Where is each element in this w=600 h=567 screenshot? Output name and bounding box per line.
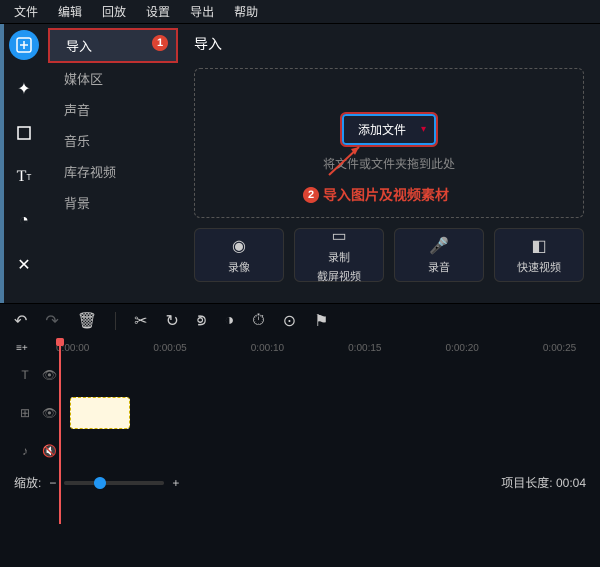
annotation-arrow-icon (325, 139, 365, 179)
eye-icon[interactable]: 👁 (42, 368, 56, 382)
menu-export[interactable]: 导出 (180, 3, 224, 20)
record-icon[interactable]: ⊙ (283, 311, 296, 331)
separator (115, 312, 116, 330)
text-track-icon: T (16, 368, 34, 382)
menu-edit[interactable]: 编辑 (48, 3, 92, 20)
import-tool-icon[interactable] (9, 30, 39, 60)
ruler-tick: 0:00:25 (543, 343, 576, 354)
audio-track[interactable]: ♪🔇 (16, 434, 600, 468)
ruler-tick: 0:00:15 (348, 343, 381, 354)
crop-icon[interactable] (9, 118, 39, 148)
mic-icon: 🎤 (429, 236, 449, 256)
panel-title: 导入 (194, 34, 584, 54)
rotate-icon[interactable]: ↻ (166, 311, 179, 331)
dashboard-icon: ◧ (531, 236, 546, 256)
zoom-control: 缩放: − + (14, 474, 179, 491)
moon-icon[interactable]: ◔ (9, 206, 39, 236)
zoom-out-icon[interactable]: − (49, 476, 56, 490)
menu-settings[interactable]: 设置 (136, 3, 180, 20)
annotation-label: 导入图片及视频素材 (323, 185, 449, 205)
text-track[interactable]: T👁 (16, 358, 600, 392)
annotation-text: 2 导入图片及视频素材 (303, 185, 449, 205)
menu-playback[interactable]: 回放 (92, 3, 136, 20)
speed-icon[interactable]: ⏱ (252, 312, 264, 330)
action-row: ◉ 录像 ▭ 录制 截屏视频 🎤 录音 ◧ 快速视频 (194, 228, 584, 282)
zoom-knob[interactable] (94, 477, 106, 489)
timeline-ruler[interactable]: ≡+ 0:00:00 0:00:05 0:00:10 0:00:15 0:00:… (0, 338, 600, 358)
tools-icon[interactable]: ✕ (9, 250, 39, 280)
speaker-icon[interactable]: 🔇 (42, 444, 56, 458)
project-length: 项目长度: 00:04 (501, 474, 586, 491)
screen-icon: ▭ (331, 226, 346, 246)
crop-tool-icon[interactable]: ⟄ (197, 312, 207, 330)
sidebar-item-stock[interactable]: 库存视频 (48, 156, 178, 187)
vertical-toolbar: ✦ TT ◔ ✕ (0, 24, 48, 303)
record-screen-button[interactable]: ▭ 录制 截屏视频 (294, 228, 384, 282)
menu-help[interactable]: 帮助 (224, 3, 268, 20)
sidebar-item-label: 导入 (66, 39, 92, 54)
sidebar-item-background[interactable]: 背景 (48, 187, 178, 218)
eye-icon[interactable]: 👁 (42, 406, 56, 420)
sidebar-item-media[interactable]: 媒体区 (48, 63, 178, 94)
quick-video-button[interactable]: ◧ 快速视频 (494, 228, 584, 282)
zoom-slider[interactable] (64, 481, 164, 485)
magic-wand-icon[interactable]: ✦ (9, 74, 39, 104)
text-icon[interactable]: TT (9, 162, 39, 192)
menu-file[interactable]: 文件 (4, 3, 48, 20)
timeline-tracks: T👁 ⊞👁 ♪🔇 (0, 358, 600, 468)
menu-bar: 文件 编辑 回放 设置 导出 帮助 (0, 0, 600, 24)
zoom-label: 缩放: (14, 474, 41, 491)
color-icon[interactable]: ◑ (225, 312, 235, 330)
sidebar-item-sound[interactable]: 声音 (48, 94, 178, 125)
annotation-badge-2: 2 (303, 187, 319, 203)
zoom-in-icon[interactable]: + (172, 476, 179, 490)
ruler-tick: 0:00:05 (153, 343, 186, 354)
redo-icon[interactable]: ↷ (45, 311, 58, 331)
record-camera-button[interactable]: ◉ 录像 (194, 228, 284, 282)
audio-track-icon: ♪ (16, 444, 34, 458)
video-track-icon: ⊞ (16, 406, 34, 420)
video-clip[interactable] (70, 397, 130, 429)
sidebar-item-import[interactable]: 导入 1 (48, 28, 178, 63)
cut-icon[interactable]: ✂ (134, 311, 147, 331)
undo-icon[interactable]: ↶ (14, 311, 27, 331)
playhead-line (59, 344, 61, 524)
content-panel: 导入 添加文件 将文件或文件夹拖到此处 2 导入图片及视频素材 ◉ 录像 ▭ 录… (178, 24, 600, 303)
bottom-bar: 缩放: − + 项目长度: 00:04 (0, 468, 600, 497)
drop-zone[interactable]: 添加文件 将文件或文件夹拖到此处 2 导入图片及视频素材 (194, 68, 584, 218)
timeline-toolbar: ↶ ↷ 🗑 ✂ ↻ ⟄ ◑ ⏱ ⊙ ⚑ (0, 304, 600, 338)
add-track-icon[interactable]: ≡+ (16, 343, 28, 354)
add-file-label: 添加文件 (358, 121, 406, 138)
marker-icon[interactable]: ⚑ (314, 311, 328, 331)
sidebar-item-music[interactable]: 音乐 (48, 125, 178, 156)
annotation-badge-1: 1 (152, 35, 168, 51)
camera-icon: ◉ (232, 236, 246, 256)
delete-icon[interactable]: 🗑 (77, 311, 97, 331)
video-track[interactable]: ⊞👁 (16, 392, 600, 434)
record-audio-button[interactable]: 🎤 录音 (394, 228, 484, 282)
ruler-tick: 0:00:20 (446, 343, 479, 354)
ruler-tick: 0:00:10 (251, 343, 284, 354)
side-panel: 导入 1 媒体区 声音 音乐 库存视频 背景 (48, 24, 178, 303)
timeline-area: ↶ ↷ 🗑 ✂ ↻ ⟄ ◑ ⏱ ⊙ ⚑ ≡+ 0:00:00 0:00:05 0… (0, 303, 600, 567)
toolbar-accent-stripe (0, 24, 4, 303)
